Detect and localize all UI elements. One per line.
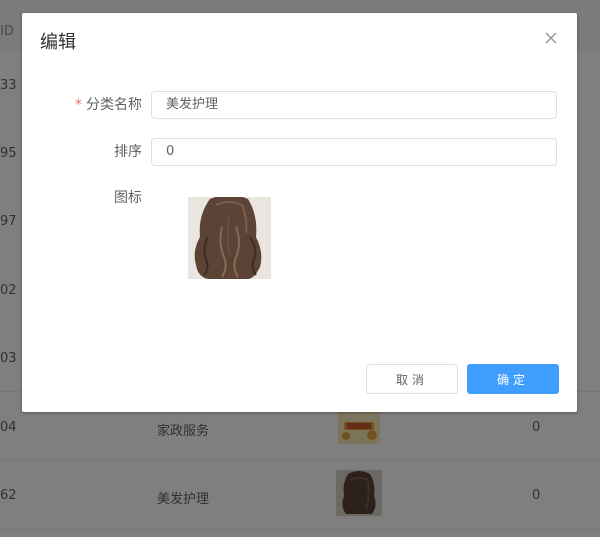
icon-label: 图标 — [114, 190, 142, 206]
sort-input[interactable] — [151, 138, 557, 166]
edit-dialog: 编辑 *分类名称 排序 图标 取消 确定 — [22, 13, 577, 412]
cancel-button[interactable]: 取消 — [366, 364, 458, 394]
required-star: * — [75, 97, 82, 113]
close-button[interactable] — [545, 32, 557, 44]
dialog-footer: 取消 确定 — [366, 364, 559, 394]
sort-label: 排序 — [114, 144, 142, 160]
close-icon — [545, 32, 557, 44]
hair-image-icon — [188, 197, 271, 279]
icon-upload-preview[interactable] — [188, 197, 271, 279]
category-name-label: * 分类名称 — [75, 97, 142, 113]
category-name-input[interactable] — [151, 91, 557, 119]
confirm-button[interactable]: 确定 — [467, 364, 559, 394]
dialog-title: 编辑 — [40, 32, 76, 53]
